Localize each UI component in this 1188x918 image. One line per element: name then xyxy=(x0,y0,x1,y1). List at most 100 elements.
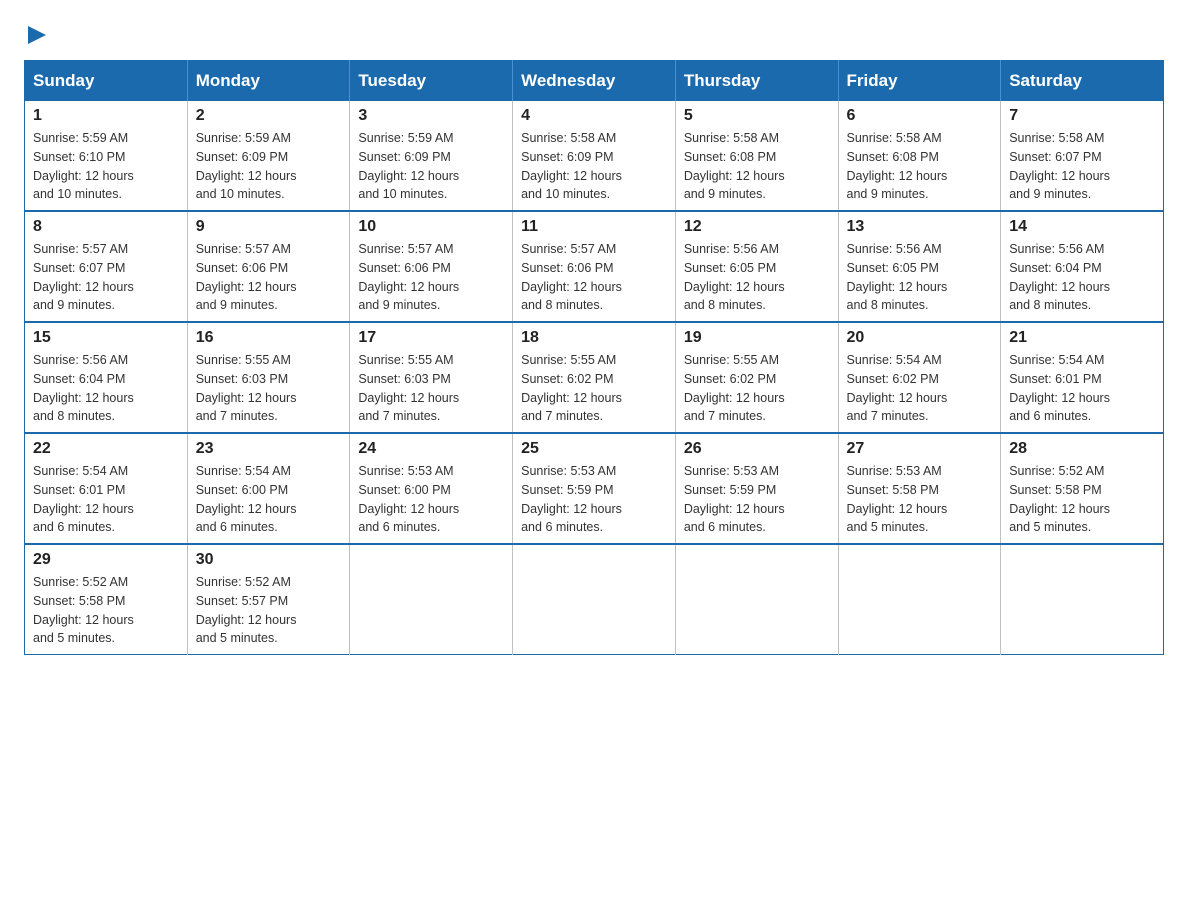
day-number: 24 xyxy=(358,440,504,458)
calendar-day: 11 Sunrise: 5:57 AMSunset: 6:06 PMDayligh… xyxy=(513,211,676,322)
day-number: 18 xyxy=(521,329,667,347)
logo xyxy=(24,24,46,44)
day-info: Sunrise: 5:53 AMSunset: 5:59 PMDaylight:… xyxy=(684,462,830,537)
calendar-week-4: 22 Sunrise: 5:54 AMSunset: 6:01 PMDayligh… xyxy=(25,433,1164,544)
day-number: 22 xyxy=(33,440,179,458)
calendar-day: 26 Sunrise: 5:53 AMSunset: 5:59 PMDayligh… xyxy=(675,433,838,544)
calendar-day: 2 Sunrise: 5:59 AMSunset: 6:09 PMDaylight… xyxy=(187,101,350,211)
calendar-week-2: 8Sunrise: 5:57 AMSunset: 6:07 PMDaylight… xyxy=(25,211,1164,322)
day-number: 2 xyxy=(196,107,342,125)
day-info: Sunrise: 5:55 AMSunset: 6:02 PMDaylight:… xyxy=(684,351,830,426)
calendar-day: 16 Sunrise: 5:55 AMSunset: 6:03 PMDayligh… xyxy=(187,322,350,433)
logo-arrow-icon xyxy=(28,26,46,44)
calendar-day: 9 Sunrise: 5:57 AMSunset: 6:06 PMDaylight… xyxy=(187,211,350,322)
day-number: 30 xyxy=(196,551,342,569)
day-number: 4 xyxy=(521,107,667,125)
calendar-day: 7 Sunrise: 5:58 AMSunset: 6:07 PMDaylight… xyxy=(1001,101,1164,211)
day-info: Sunrise: 5:57 AMSunset: 6:06 PMDaylight:… xyxy=(358,240,504,315)
day-info: Sunrise: 5:54 AMSunset: 6:01 PMDaylight:… xyxy=(33,462,179,537)
day-number: 7 xyxy=(1009,107,1155,125)
day-of-week-sunday: Sunday xyxy=(25,61,188,102)
day-info: Sunrise: 5:58 AMSunset: 6:09 PMDaylight:… xyxy=(521,129,667,204)
calendar-day: 12 Sunrise: 5:56 AMSunset: 6:05 PMDayligh… xyxy=(675,211,838,322)
day-number: 16 xyxy=(196,329,342,347)
calendar-day xyxy=(675,544,838,655)
day-info: Sunrise: 5:58 AMSunset: 6:07 PMDaylight:… xyxy=(1009,129,1155,204)
calendar-body: 1Sunrise: 5:59 AMSunset: 6:10 PMDaylight… xyxy=(25,101,1164,655)
calendar-week-5: 29Sunrise: 5:52 AMSunset: 5:58 PMDayligh… xyxy=(25,544,1164,655)
calendar-week-3: 15 Sunrise: 5:56 AMSunset: 6:04 PMDayligh… xyxy=(25,322,1164,433)
day-number: 10 xyxy=(358,218,504,236)
day-number: 17 xyxy=(358,329,504,347)
day-info: Sunrise: 5:54 AMSunset: 6:01 PMDaylight:… xyxy=(1009,351,1155,426)
day-info: Sunrise: 5:52 AMSunset: 5:57 PMDaylight:… xyxy=(196,573,342,648)
day-info: Sunrise: 5:57 AMSunset: 6:06 PMDaylight:… xyxy=(521,240,667,315)
day-number: 28 xyxy=(1009,440,1155,458)
calendar-header: SundayMondayTuesdayWednesdayThursdayFrid… xyxy=(25,61,1164,102)
calendar-day: 30 Sunrise: 5:52 AMSunset: 5:57 PMDayligh… xyxy=(187,544,350,655)
calendar-day: 3 Sunrise: 5:59 AMSunset: 6:09 PMDaylight… xyxy=(350,101,513,211)
day-of-week-saturday: Saturday xyxy=(1001,61,1164,102)
calendar-day: 28Sunrise: 5:52 AMSunset: 5:58 PMDayligh… xyxy=(1001,433,1164,544)
day-number: 20 xyxy=(847,329,993,347)
day-info: Sunrise: 5:58 AMSunset: 6:08 PMDaylight:… xyxy=(684,129,830,204)
day-of-week-tuesday: Tuesday xyxy=(350,61,513,102)
day-info: Sunrise: 5:57 AMSunset: 6:06 PMDaylight:… xyxy=(196,240,342,315)
day-info: Sunrise: 5:56 AMSunset: 6:04 PMDaylight:… xyxy=(1009,240,1155,315)
day-number: 27 xyxy=(847,440,993,458)
calendar-day: 25 Sunrise: 5:53 AMSunset: 5:59 PMDayligh… xyxy=(513,433,676,544)
calendar-week-1: 1Sunrise: 5:59 AMSunset: 6:10 PMDaylight… xyxy=(25,101,1164,211)
calendar-table: SundayMondayTuesdayWednesdayThursdayFrid… xyxy=(24,60,1164,655)
calendar-day xyxy=(838,544,1001,655)
day-number: 12 xyxy=(684,218,830,236)
day-number: 6 xyxy=(847,107,993,125)
page-header xyxy=(24,24,1164,44)
calendar-day: 29Sunrise: 5:52 AMSunset: 5:58 PMDayligh… xyxy=(25,544,188,655)
day-of-week-wednesday: Wednesday xyxy=(513,61,676,102)
day-of-week-thursday: Thursday xyxy=(675,61,838,102)
day-info: Sunrise: 5:56 AMSunset: 6:04 PMDaylight:… xyxy=(33,351,179,426)
calendar-day: 15 Sunrise: 5:56 AMSunset: 6:04 PMDayligh… xyxy=(25,322,188,433)
calendar-day: 27 Sunrise: 5:53 AMSunset: 5:58 PMDayligh… xyxy=(838,433,1001,544)
day-info: Sunrise: 5:53 AMSunset: 6:00 PMDaylight:… xyxy=(358,462,504,537)
day-number: 11 xyxy=(521,218,667,236)
day-info: Sunrise: 5:55 AMSunset: 6:03 PMDaylight:… xyxy=(196,351,342,426)
day-number: 14 xyxy=(1009,218,1155,236)
day-number: 19 xyxy=(684,329,830,347)
day-number: 21 xyxy=(1009,329,1155,347)
calendar-day: 1Sunrise: 5:59 AMSunset: 6:10 PMDaylight… xyxy=(25,101,188,211)
day-number: 8 xyxy=(33,218,179,236)
day-of-week-friday: Friday xyxy=(838,61,1001,102)
day-number: 25 xyxy=(521,440,667,458)
calendar-day: 17 Sunrise: 5:55 AMSunset: 6:03 PMDayligh… xyxy=(350,322,513,433)
calendar-day: 21 Sunrise: 5:54 AMSunset: 6:01 PMDayligh… xyxy=(1001,322,1164,433)
calendar-day: 20Sunrise: 5:54 AMSunset: 6:02 PMDayligh… xyxy=(838,322,1001,433)
day-header-row: SundayMondayTuesdayWednesdayThursdayFrid… xyxy=(25,61,1164,102)
calendar-day: 10 Sunrise: 5:57 AMSunset: 6:06 PMDayligh… xyxy=(350,211,513,322)
day-info: Sunrise: 5:55 AMSunset: 6:03 PMDaylight:… xyxy=(358,351,504,426)
day-number: 15 xyxy=(33,329,179,347)
calendar-day: 23Sunrise: 5:54 AMSunset: 6:00 PMDayligh… xyxy=(187,433,350,544)
day-info: Sunrise: 5:59 AMSunset: 6:09 PMDaylight:… xyxy=(196,129,342,204)
day-number: 1 xyxy=(33,107,179,125)
day-info: Sunrise: 5:53 AMSunset: 5:59 PMDaylight:… xyxy=(521,462,667,537)
calendar-day: 6Sunrise: 5:58 AMSunset: 6:08 PMDaylight… xyxy=(838,101,1001,211)
day-number: 26 xyxy=(684,440,830,458)
day-info: Sunrise: 5:59 AMSunset: 6:09 PMDaylight:… xyxy=(358,129,504,204)
calendar-day: 13Sunrise: 5:56 AMSunset: 6:05 PMDayligh… xyxy=(838,211,1001,322)
day-number: 9 xyxy=(196,218,342,236)
day-info: Sunrise: 5:56 AMSunset: 6:05 PMDaylight:… xyxy=(684,240,830,315)
day-info: Sunrise: 5:56 AMSunset: 6:05 PMDaylight:… xyxy=(847,240,993,315)
day-info: Sunrise: 5:53 AMSunset: 5:58 PMDaylight:… xyxy=(847,462,993,537)
calendar-day: 22 Sunrise: 5:54 AMSunset: 6:01 PMDayligh… xyxy=(25,433,188,544)
calendar-day: 5 Sunrise: 5:58 AMSunset: 6:08 PMDaylight… xyxy=(675,101,838,211)
calendar-day xyxy=(513,544,676,655)
day-number: 5 xyxy=(684,107,830,125)
calendar-day: 24 Sunrise: 5:53 AMSunset: 6:00 PMDayligh… xyxy=(350,433,513,544)
day-info: Sunrise: 5:54 AMSunset: 6:00 PMDaylight:… xyxy=(196,462,342,537)
calendar-day xyxy=(350,544,513,655)
calendar-day: 8Sunrise: 5:57 AMSunset: 6:07 PMDaylight… xyxy=(25,211,188,322)
day-info: Sunrise: 5:52 AMSunset: 5:58 PMDaylight:… xyxy=(33,573,179,648)
day-info: Sunrise: 5:55 AMSunset: 6:02 PMDaylight:… xyxy=(521,351,667,426)
day-number: 3 xyxy=(358,107,504,125)
